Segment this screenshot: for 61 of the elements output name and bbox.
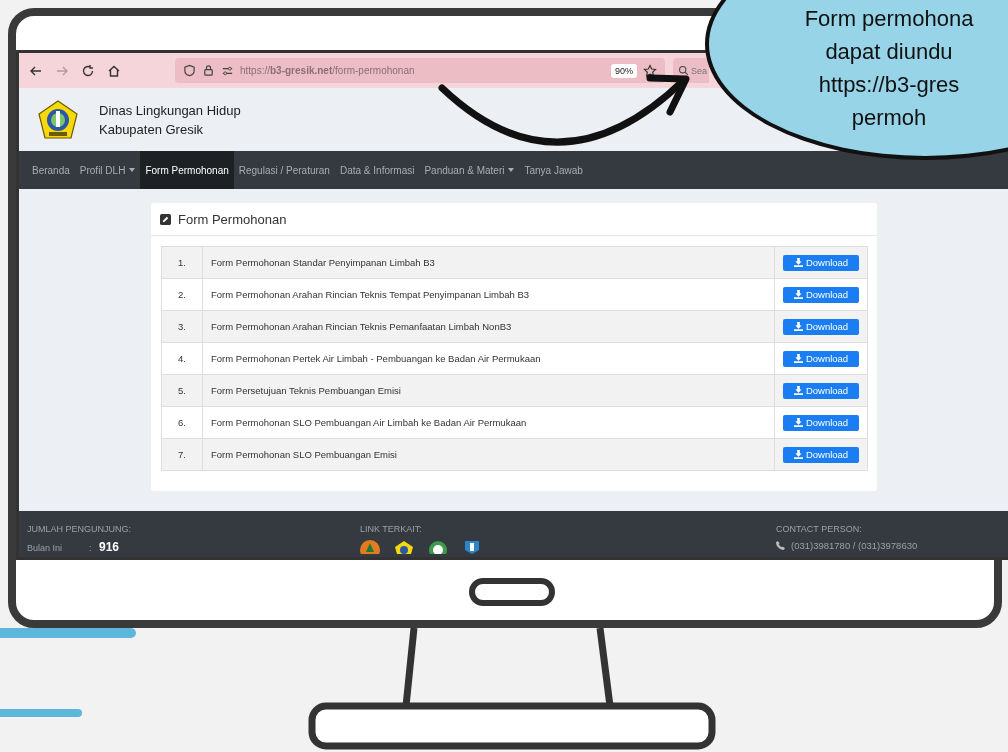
search-icon xyxy=(678,65,689,76)
url-text: https://b3-gresik.net/form-permohonan xyxy=(240,65,416,76)
footer-heading: LINK TERKAIT: xyxy=(360,524,423,534)
phone-number: (031)3981780 / (031)3978630 xyxy=(791,540,918,551)
nav-item[interactable]: Profil DLH xyxy=(74,151,141,189)
address-bar[interactable]: https://b3-gresik.net/form-permohonan 90% xyxy=(175,58,665,83)
download-icon xyxy=(793,290,803,299)
nav-item[interactable]: Regulasi / Peraturan xyxy=(233,151,335,189)
callout-text: Form permohona dapat diundu https://b3-gres permoh xyxy=(803,5,975,132)
table-cell: Form Persetujuan Teknis Pembuangan Emisi xyxy=(202,374,775,407)
nav-item[interactable]: Panduan & Materi xyxy=(419,151,520,189)
lock-icon xyxy=(202,64,215,77)
table-cell: 5. xyxy=(161,374,203,407)
visitor-label: Bulan Ini xyxy=(27,543,64,553)
download-icon xyxy=(793,386,803,395)
table-cell: Form Permohonan Standar Penyimpanan Limbah B3 xyxy=(202,246,775,279)
emblem-icon[interactable] xyxy=(428,540,448,554)
card-title: Form Permohonan xyxy=(178,211,287,227)
table-cell: Form Permohonan Arahan Rincian Teknis Pemanfaatan Limbah NonB3 xyxy=(202,310,775,343)
visitor-count: 916 xyxy=(99,540,120,554)
download-icon xyxy=(793,418,803,427)
zoom-badge[interactable]: 90% xyxy=(611,63,637,78)
table-cell: 4. xyxy=(161,342,203,375)
reload-icon[interactable] xyxy=(81,63,95,78)
emblem-icon[interactable] xyxy=(394,540,414,554)
table-cell: 6. xyxy=(161,406,203,439)
download-icon xyxy=(793,450,803,459)
nav-item[interactable]: Tanya Jawab xyxy=(519,151,588,189)
download-button[interactable]: Download xyxy=(783,350,859,367)
table-cell: Form Permohonan Pertek Air Limbah - Pembuangan ke Badan Air Permukaan xyxy=(202,342,775,375)
table-cell: 2. xyxy=(161,278,203,311)
nav-item[interactable]: Form Permohonan xyxy=(140,151,234,189)
home-icon[interactable] xyxy=(107,63,121,78)
separator-text: : xyxy=(89,543,93,553)
table-cell: Form Permohonan Arahan Rincian Teknis Tempat Penyimpanan Limbah B3 xyxy=(202,278,775,311)
footer-heading: CONTACT PERSON: xyxy=(776,524,863,534)
table-cell: Form Permohonan SLO Pembuangan Emisi xyxy=(202,438,775,471)
sliders-icon xyxy=(221,64,234,77)
download-icon xyxy=(793,354,803,363)
download-button[interactable]: Download xyxy=(783,446,859,463)
nav-item[interactable]: Beranda xyxy=(27,151,75,189)
phone-icon xyxy=(776,541,785,550)
download-button[interactable]: Download xyxy=(783,318,859,335)
table-cell: 7. xyxy=(161,438,203,471)
download-button[interactable]: Download xyxy=(783,286,859,303)
download-icon xyxy=(793,322,803,331)
download-button[interactable]: Download xyxy=(783,382,859,399)
table-cell: 3. xyxy=(161,310,203,343)
download-icon xyxy=(793,258,803,267)
table-cell: Form Permohonan SLO Pembuangan Air Limbah ke Badan Air Permukaan xyxy=(202,406,775,439)
shield-icon xyxy=(183,64,196,77)
edit-icon xyxy=(160,213,171,225)
footer-heading: JUMLAH PENGUNJUNG: xyxy=(27,524,132,534)
emblem-icon xyxy=(37,98,79,141)
download-button[interactable]: Download xyxy=(783,414,859,431)
site-name: Dinas Lingkungan Hidup Kabupaten Gresik xyxy=(99,101,241,139)
table-cell: 1. xyxy=(161,246,203,279)
star-icon[interactable] xyxy=(643,63,657,78)
nav-item[interactable]: Data & Informasi xyxy=(334,151,420,189)
download-button[interactable]: Download xyxy=(783,254,859,271)
emblem-icon[interactable] xyxy=(462,540,482,554)
